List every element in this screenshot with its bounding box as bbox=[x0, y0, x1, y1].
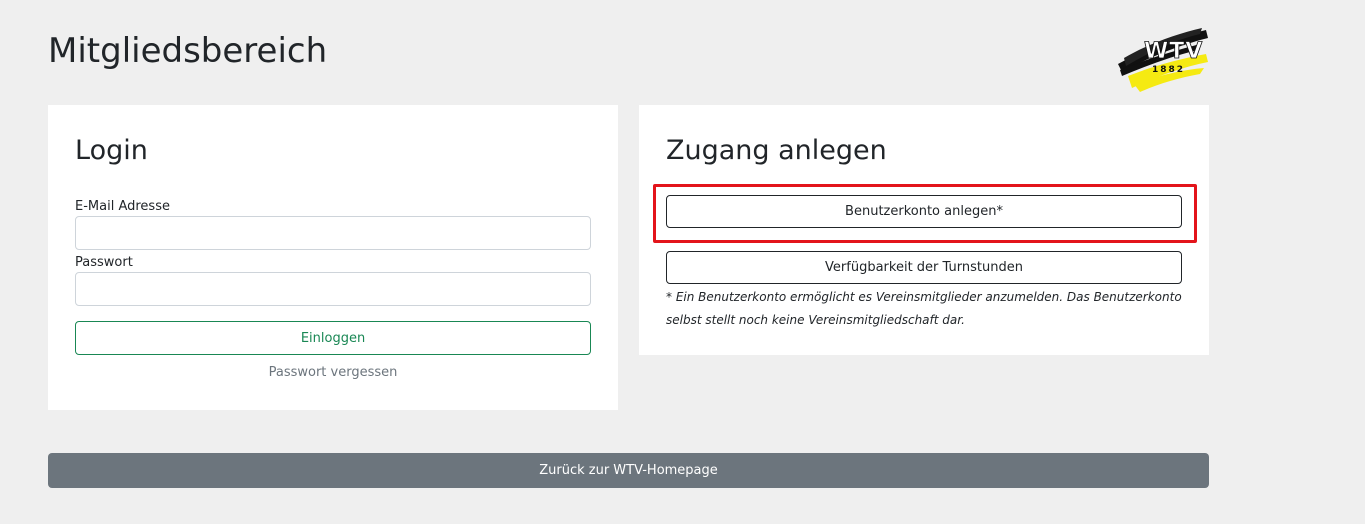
email-label: E-Mail Adresse bbox=[75, 199, 170, 214]
create-account-button[interactable]: Benutzerkonto anlegen* bbox=[666, 195, 1182, 228]
back-to-homepage-button[interactable]: Zurück zur WTV-Homepage bbox=[48, 453, 1209, 488]
register-title: Zugang anlegen bbox=[666, 135, 887, 166]
login-button[interactable]: Einloggen bbox=[75, 321, 591, 355]
account-note: * Ein Benutzerkonto ermöglicht es Verein… bbox=[666, 290, 1182, 327]
forgot-password-link[interactable]: Passwort vergessen bbox=[75, 364, 591, 382]
logo-year: 1882 bbox=[1152, 65, 1185, 75]
page-title: Mitgliedsbereich bbox=[48, 31, 328, 71]
register-card: Zugang anlegen Benutzerkonto anlegen* Ve… bbox=[639, 105, 1209, 355]
availability-button[interactable]: Verfügbarkeit der Turnstunden bbox=[666, 251, 1182, 284]
page: Mitgliedsbereich WTV 1882 Login E-Mail A… bbox=[0, 0, 1365, 524]
logo-text: WTV bbox=[1144, 39, 1203, 64]
password-input[interactable] bbox=[75, 272, 591, 306]
password-label: Passwort bbox=[75, 255, 133, 270]
email-input[interactable] bbox=[75, 216, 591, 250]
login-title: Login bbox=[75, 135, 148, 166]
wtv-logo: WTV 1882 bbox=[1114, 24, 1212, 94]
login-card: Login E-Mail Adresse Passwort Einloggen … bbox=[48, 105, 618, 410]
